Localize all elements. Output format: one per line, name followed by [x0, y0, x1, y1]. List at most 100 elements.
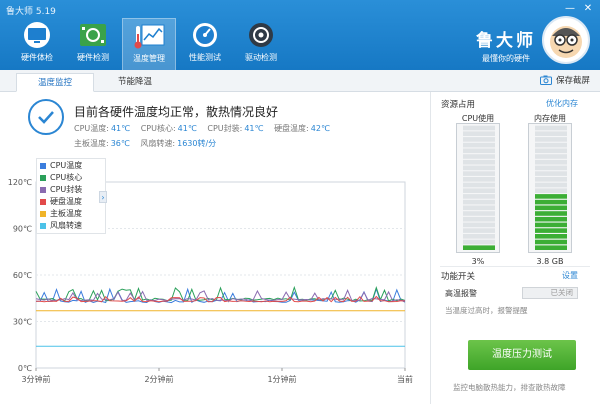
nav-driver-detect[interactable]: 驱动检测: [234, 18, 288, 70]
speedometer-icon: [193, 23, 217, 47]
temperature-chart-icon: [134, 24, 165, 49]
meter-segment: [463, 234, 495, 239]
meter-segment: [535, 159, 567, 165]
stress-test-description: 监控电脑散热能力，排查散热故障: [453, 383, 566, 392]
y-tick-label: 30℃: [13, 318, 32, 327]
meter-segment: [535, 222, 567, 228]
meter-segment: [463, 148, 495, 154]
meter-segment: [535, 154, 567, 159]
app-header: 鲁大师 5.19 — ✕ 硬件体检 硬件检测 温度管理 性能测试 驱动检测 鲁大…: [0, 0, 600, 70]
legend-collapse-button[interactable]: ›: [99, 191, 107, 203]
minimize-button[interactable]: —: [562, 2, 578, 16]
meter-segment: [535, 188, 567, 193]
board-temp-label: 主板温度:: [74, 139, 109, 148]
status-ok-icon: [28, 99, 64, 135]
meter-segment: [535, 165, 567, 171]
nav-label: 硬件检测: [77, 53, 109, 62]
nav-label: 驱动检测: [245, 53, 277, 62]
meter-segment: [535, 205, 567, 211]
meter-segment: [463, 182, 495, 188]
meter-segment: [463, 188, 495, 193]
main-nav: 硬件体检 硬件检测 温度管理 性能测试 驱动检测: [10, 18, 290, 70]
y-tick-label: 120℃: [8, 178, 32, 187]
optimize-memory-link[interactable]: 优化内存: [546, 98, 578, 109]
legend-label: CPU封装: [50, 185, 83, 194]
legend-item[interactable]: CPU封装: [40, 184, 102, 196]
mascot-avatar[interactable]: [542, 16, 590, 64]
driver-gear-icon: [249, 23, 273, 47]
meter-segment: [535, 199, 567, 205]
nav-hardware-detect[interactable]: 硬件检测: [66, 18, 120, 70]
meter-segment: [535, 177, 567, 182]
high-temp-alarm-label: 高温报警: [445, 289, 477, 298]
meter-segment: [463, 125, 495, 131]
x-tick-label: 3分钟前: [21, 374, 50, 384]
legend-item[interactable]: 风扇转速: [40, 220, 102, 232]
meter-segment: [535, 234, 567, 239]
nav-label: 硬件体检: [21, 53, 53, 62]
cpu-usage-meter: [456, 123, 500, 253]
tab-energy-saving[interactable]: 节能降温: [96, 73, 174, 92]
legend-label: CPU核心: [50, 173, 83, 182]
chart-legend: CPU温度 CPU核心 CPU封装 硬盘温度 主板温度 风扇转速: [36, 158, 106, 234]
nav-label: 性能测试: [189, 53, 221, 62]
meter-segment: [535, 239, 567, 245]
meter-segment: [535, 216, 567, 222]
stress-test-button[interactable]: 温度压力测试: [468, 340, 576, 370]
memory-usage-meter: [528, 123, 572, 253]
window-controls: — ✕: [562, 2, 596, 16]
y-tick-label: 0℃: [18, 364, 32, 373]
close-button[interactable]: ✕: [580, 2, 596, 16]
divider: [440, 266, 590, 267]
legend-item[interactable]: CPU温度: [40, 160, 102, 172]
meter-segment: [535, 245, 567, 250]
fan-speed-value: 1630转/分: [177, 139, 217, 148]
settings-link[interactable]: 设置: [562, 270, 578, 281]
meter-segment: [463, 194, 495, 199]
meter-segment: [463, 159, 495, 165]
meter-segment: [535, 182, 567, 188]
cpu-core-label: CPU核心:: [140, 124, 176, 133]
legend-item[interactable]: 主板温度: [40, 208, 102, 220]
app-title: 鲁大师 5.19: [6, 7, 56, 17]
legend-label: 主板温度: [50, 209, 82, 218]
nav-temperature-management[interactable]: 温度管理: [122, 18, 176, 70]
sub-tab-bar: 温度监控 节能降温 保存截屏: [0, 70, 600, 92]
meter-segment: [535, 142, 567, 148]
meter-segment: [463, 137, 495, 142]
save-screenshot-button[interactable]: 保存截屏: [539, 74, 590, 86]
meter-segment: [463, 228, 495, 233]
camera-icon: [539, 75, 552, 85]
meter-segment: [535, 125, 567, 131]
cpu-core-value: 41℃: [177, 124, 197, 133]
cpu-usage-value: 3%: [471, 257, 485, 266]
brand-slogan: 最懂你的硬件: [482, 54, 530, 63]
board-temp-value: 36℃: [110, 139, 130, 148]
meter-segment: [463, 171, 495, 176]
mascot-face-icon: [550, 26, 582, 58]
monitor-check-icon: [24, 22, 50, 48]
legend-item[interactable]: CPU核心: [40, 172, 102, 184]
legend-label: 风扇转速: [50, 221, 82, 230]
nav-hardware-checkup[interactable]: 硬件体检: [10, 18, 64, 70]
nav-performance-test[interactable]: 性能测试: [178, 18, 232, 70]
tab-temperature-monitor[interactable]: 温度监控: [16, 73, 94, 92]
legend-item[interactable]: 硬盘温度: [40, 196, 102, 208]
cpu-package-value: 41℃: [244, 124, 264, 133]
nav-label: 温度管理: [133, 54, 165, 63]
alarm-description: 当温度过高时，报警提醒: [445, 306, 528, 315]
meter-segment: [463, 142, 495, 148]
fan-speed-label: 风扇转速:: [140, 139, 176, 148]
y-tick-label: 60℃: [13, 271, 32, 280]
cpu-package-label: CPU封装:: [207, 124, 243, 133]
high-temp-alarm-toggle[interactable]: 已关闭: [522, 287, 578, 299]
circuit-board-icon: [80, 24, 106, 46]
resources-title: 资源占用: [441, 100, 476, 110]
meter-segment: [535, 148, 567, 154]
x-tick-label: 1分钟前: [267, 374, 296, 384]
meter-segment: [463, 239, 495, 245]
meter-segment: [463, 245, 495, 250]
status-line-1: CPU温度: 41℃ CPU核心: 41℃ CPU封装: 41℃ 硬盘温度: 42℃: [74, 123, 338, 134]
meter-segment: [535, 211, 567, 216]
cpu-temp-label: CPU温度:: [74, 124, 109, 133]
